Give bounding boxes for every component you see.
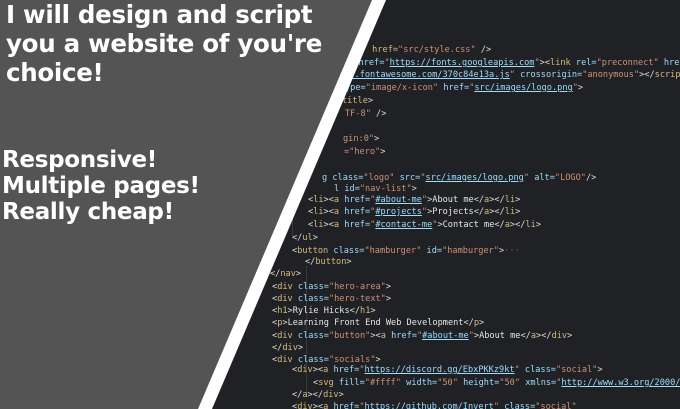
feature-really-cheap: Really cheap! xyxy=(2,199,174,225)
headline: I will design and script you a website o… xyxy=(6,0,323,87)
feature-multiple-pages: Multiple pages! xyxy=(2,173,200,199)
feature-responsive: Responsive! xyxy=(2,147,157,173)
promo-panel: I will design and script you a website o… xyxy=(0,0,680,409)
